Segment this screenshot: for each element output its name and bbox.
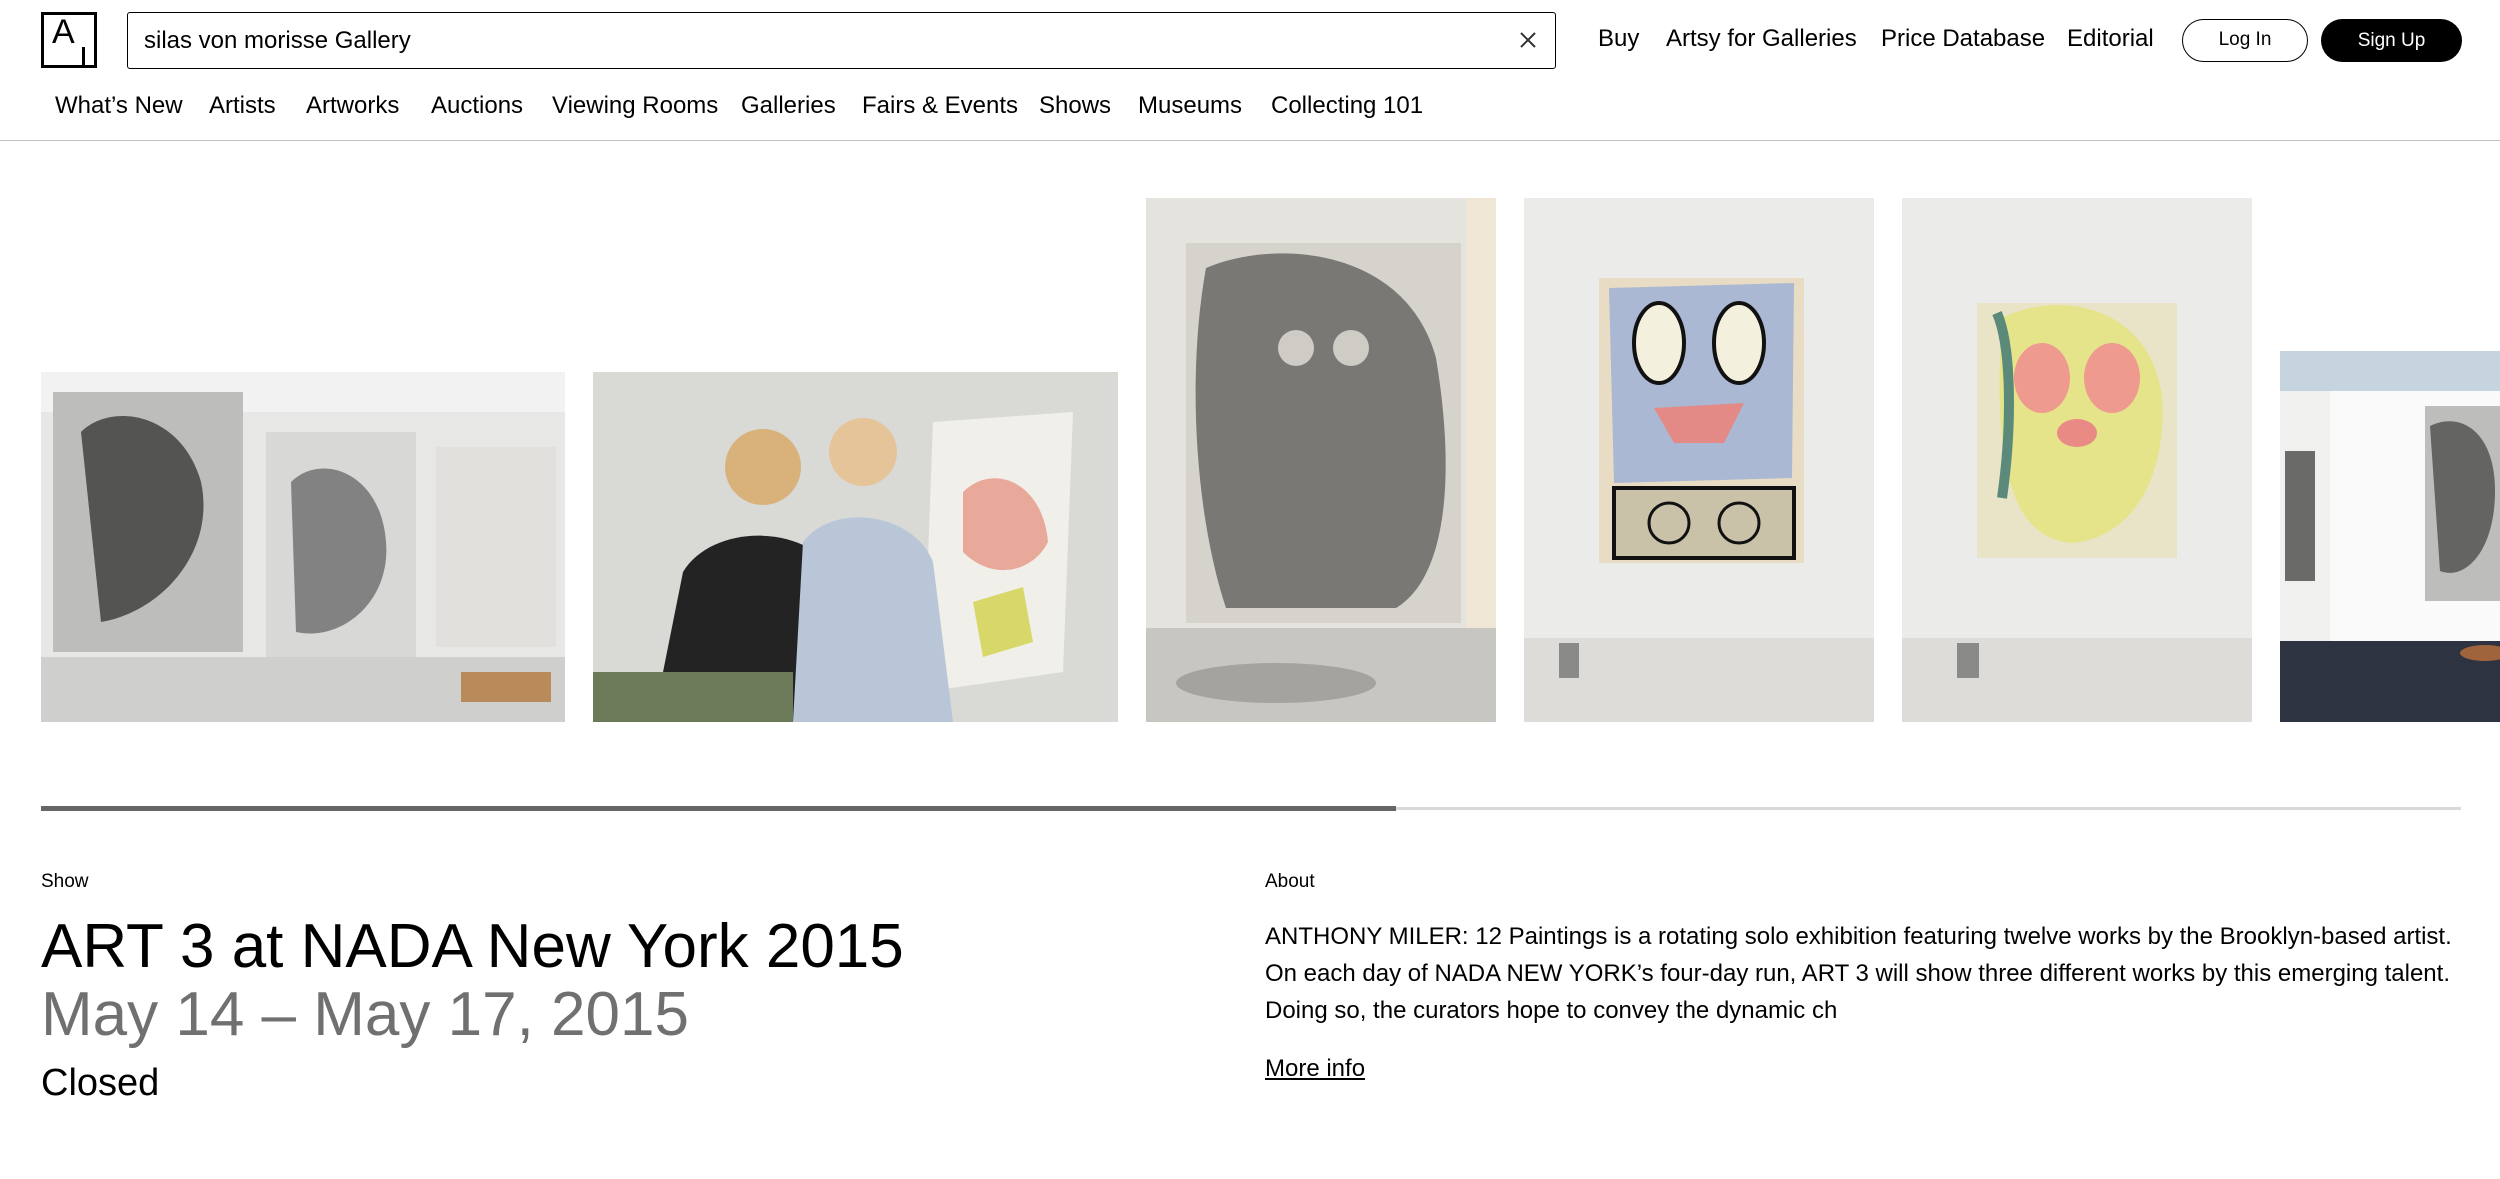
search-box[interactable] <box>127 12 1556 69</box>
show-kicker: Show <box>41 871 89 892</box>
secnav-artists[interactable]: Artists <box>209 91 276 121</box>
secnav-galleries[interactable]: Galleries <box>741 91 836 121</box>
carousel-progress-fill <box>41 806 1397 811</box>
nav-artsy-for-galleries[interactable]: Artsy for Galleries <box>1666 24 1857 54</box>
logo-bar <box>82 47 85 65</box>
clear-icon[interactable] <box>1515 27 1541 53</box>
about-kicker: About <box>1265 871 1315 892</box>
login-button[interactable]: Log In <box>2182 19 2308 62</box>
secnav-whats-new[interactable]: What’s New <box>55 91 183 121</box>
carousel-image-blue-face[interactable] <box>1524 198 1874 722</box>
show-status: Closed <box>41 1062 160 1104</box>
secnav-fairs-events[interactable]: Fairs & Events <box>862 91 1018 121</box>
logo-letter: A <box>52 13 75 51</box>
carousel-image-yellow-figure[interactable] <box>1902 198 2252 722</box>
secnav-viewing-rooms[interactable]: Viewing Rooms <box>552 91 718 121</box>
nav-editorial[interactable]: Editorial <box>2067 24 2154 54</box>
carousel-image-artists-working[interactable] <box>593 372 1118 722</box>
secnav-auctions[interactable]: Auctions <box>431 91 523 121</box>
about-text: ANTHONY MILER: 12 Paintings is a rotatin… <box>1265 923 2452 1024</box>
secnav-artworks[interactable]: Artworks <box>306 91 399 121</box>
secnav-collecting-101[interactable]: Collecting 101 <box>1271 91 1423 121</box>
nav-price-database[interactable]: Price Database <box>1881 24 2045 54</box>
header-divider <box>0 140 2500 141</box>
more-info-link[interactable]: More info <box>1265 1054 1365 1084</box>
secnav-shows[interactable]: Shows <box>1039 91 1111 121</box>
search-input[interactable] <box>142 13 1466 69</box>
carousel-image-installation-view[interactable] <box>41 372 565 722</box>
show-title: ART 3 at NADA New York 2015 <box>41 912 904 981</box>
signup-button[interactable]: Sign Up <box>2321 19 2462 62</box>
carousel-image-charcoal-figure[interactable] <box>1146 198 1496 722</box>
nav-buy[interactable]: Buy <box>1598 24 1639 54</box>
secnav-museums[interactable]: Museums <box>1138 91 1242 121</box>
carousel-image-booth-installation[interactable] <box>2280 351 2500 722</box>
carousel-progress-track[interactable] <box>41 806 2461 811</box>
show-dates: May 14 – May 17, 2015 <box>41 980 689 1049</box>
artsy-logo[interactable]: A <box>41 12 97 68</box>
